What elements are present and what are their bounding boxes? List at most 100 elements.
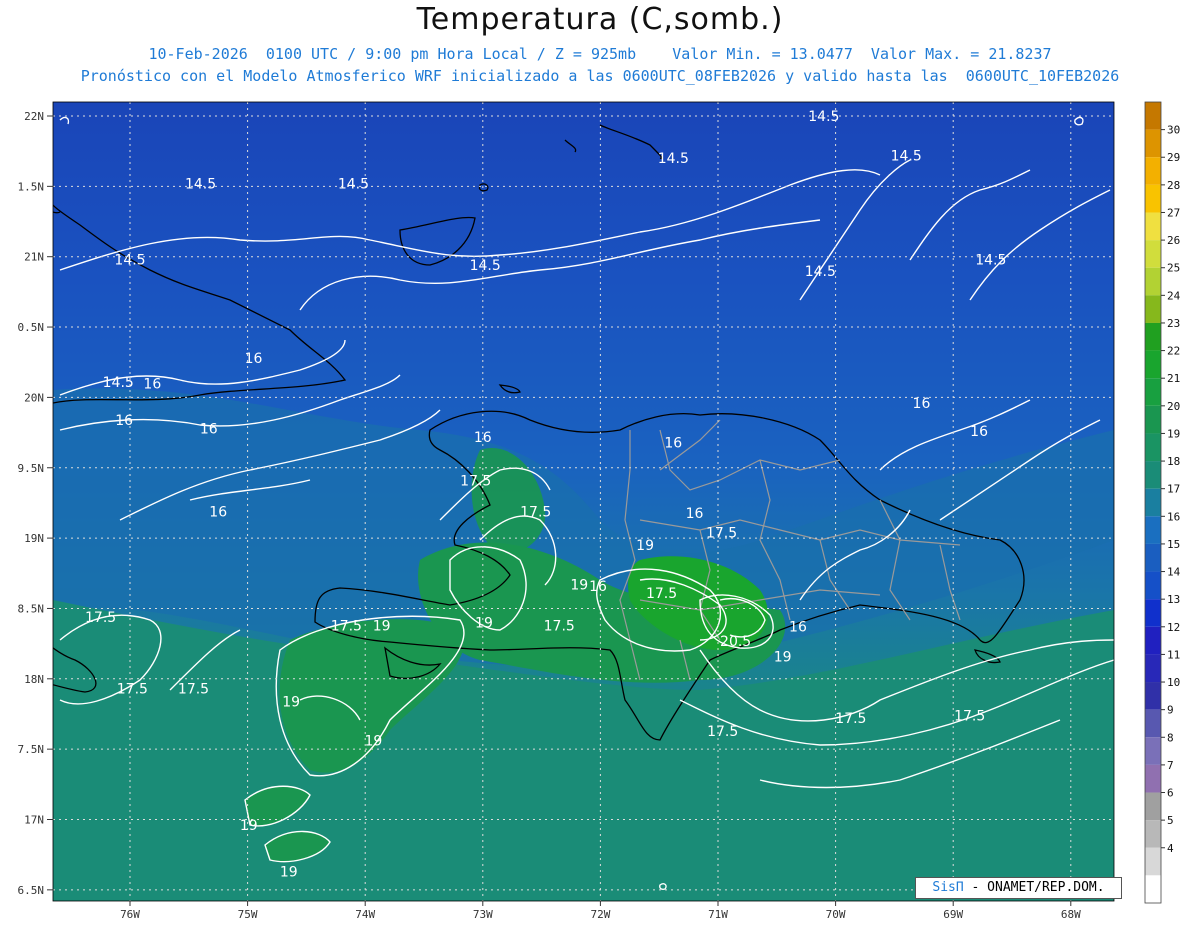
latitude-axis: 22N 1.5N 21N 0.5N 20N 9.5N 19N 8.5N 18N 7.5N 17N 6.…: [18, 110, 53, 897]
colorbar-swatch: [1145, 184, 1161, 213]
colorbar-label: 17: [1167, 483, 1180, 496]
colorbar-label: 10: [1167, 676, 1180, 689]
contour-label: 16: [664, 435, 682, 451]
contour-label: 14.5: [470, 258, 501, 274]
colorbar-label: 29: [1167, 151, 1180, 164]
lat-label: 6.5N: [18, 884, 45, 897]
colorbar-label: 8: [1167, 731, 1174, 744]
contour-label: 14.5: [185, 177, 216, 193]
colorbar-swatch: [1145, 129, 1161, 158]
colorbar-swatch: [1145, 682, 1161, 710]
contour-label: 19: [570, 578, 588, 594]
contour-label: 14.5: [338, 177, 369, 193]
colorbar-label: 12: [1167, 621, 1180, 634]
contour-label: 14.5: [114, 253, 145, 269]
lat-label: 17N: [24, 814, 44, 827]
lon-label: 74W: [355, 908, 375, 921]
contour-label: 14.5: [808, 109, 839, 125]
contour-label: 17.5: [707, 724, 738, 740]
colorbar-swatch: [1145, 461, 1161, 489]
colorbar-swatch: [1145, 654, 1161, 683]
colorbar-swatch: [1145, 571, 1161, 600]
colorbar: 30 29 28 27 26 25 24 23 22 21 20 19 18 17 16 15 14 13 12 11…: [1144, 101, 1181, 904]
contour-label: 16: [209, 504, 227, 520]
colorbar-swatch: [1145, 847, 1161, 876]
lat-label: 9.5N: [18, 462, 45, 475]
contour-label: 16: [789, 620, 807, 636]
lon-label: 72W: [590, 908, 610, 921]
colorbar-swatch: [1145, 212, 1161, 241]
colorbar-label: 23: [1167, 317, 1180, 330]
lat-label: 7.5N: [18, 743, 45, 756]
colorbar-label: 4: [1167, 842, 1174, 855]
contour-label: 17.5: [646, 586, 677, 602]
contour-label: 16: [589, 579, 607, 595]
colorbar-label: 30: [1167, 124, 1180, 137]
colorbar-swatch: [1145, 488, 1161, 517]
lat-label: 1.5N: [18, 180, 45, 193]
colorbar-swatch: [1145, 295, 1161, 323]
contour-label: 19: [365, 734, 383, 750]
contour-label: 16: [913, 396, 931, 412]
colorbar-swatch: [1145, 405, 1161, 434]
contour-label: 19: [475, 616, 493, 632]
contour-label: 14.5: [975, 253, 1006, 269]
lon-label: 69W: [943, 908, 963, 921]
lon-label: 75W: [238, 908, 258, 921]
colorbar-swatch: [1145, 433, 1161, 462]
lat-label: 20N: [24, 391, 44, 404]
lat-label: 0.5N: [18, 321, 45, 334]
lon-label: 68W: [1061, 908, 1081, 921]
colorbar-label: 18: [1167, 455, 1180, 468]
contour-label: 14.5: [658, 151, 689, 167]
colorbar-swatch: [1145, 157, 1161, 185]
contour-label: 20.5: [720, 634, 751, 650]
contour-label: 17.5: [331, 618, 362, 634]
credit-brand: SisΠ: [932, 880, 964, 895]
colorbar-label: 15: [1167, 538, 1180, 551]
contour-label: 16: [686, 506, 704, 522]
lon-label: 73W: [473, 908, 493, 921]
colorbar-label: 6: [1167, 787, 1174, 800]
colorbar-swatch: [1145, 350, 1161, 379]
lat-label: 19N: [24, 532, 44, 545]
colorbar-label: 21: [1167, 372, 1180, 385]
lon-label: 70W: [826, 908, 846, 921]
colorbar-label: 26: [1167, 234, 1180, 247]
contour-label: 17.5: [706, 525, 737, 541]
contour-label: 19: [373, 618, 391, 634]
colorbar-swatch: [1145, 240, 1161, 268]
lat-label: 18N: [24, 673, 44, 686]
colorbar-label: 28: [1167, 179, 1180, 192]
contour-label: 16: [115, 413, 133, 429]
contour-label: 14.5: [805, 264, 836, 280]
colorbar-label: 16: [1167, 510, 1180, 523]
contour-label: 17.5: [520, 504, 551, 520]
contour-label: 19: [240, 818, 258, 834]
credit-text: - ONAMET/REP.DOM.: [971, 880, 1105, 895]
contour-label: 19: [774, 649, 792, 665]
contour-label: 16: [245, 351, 263, 367]
contour-label: 17.5: [117, 682, 148, 698]
contour-label: 14.5: [103, 375, 134, 391]
contour-label: 17.5: [460, 473, 491, 489]
temperature-map: 14.5 14.5 14.5 14.5 14.5 14.5 14.5 14.5 14.5 14.5…: [18, 101, 1181, 921]
credit-box: SisΠ - ONAMET/REP.DOM.: [915, 877, 1122, 899]
colorbar-swatch: [1145, 516, 1161, 544]
colorbar-swatch: [1145, 267, 1161, 296]
colorbar-swatch: [1145, 875, 1161, 903]
contour-label: 17.5: [835, 711, 866, 727]
contour-label: 16: [970, 424, 988, 440]
contour-label: 17.5: [544, 618, 575, 634]
contour-label: 19: [280, 865, 298, 881]
colorbar-swatch: [1145, 102, 1161, 130]
colorbar-label: 25: [1167, 262, 1180, 275]
colorbar-label: 7: [1167, 759, 1174, 772]
colorbar-swatch: [1145, 543, 1161, 572]
colorbar-swatch: [1145, 599, 1161, 627]
colorbar-swatch: [1145, 820, 1161, 848]
lon-label: 76W: [120, 908, 140, 921]
colorbar-label: 5: [1167, 814, 1174, 827]
colorbar-label: 27: [1167, 206, 1180, 219]
contour-label: 16: [474, 430, 492, 446]
